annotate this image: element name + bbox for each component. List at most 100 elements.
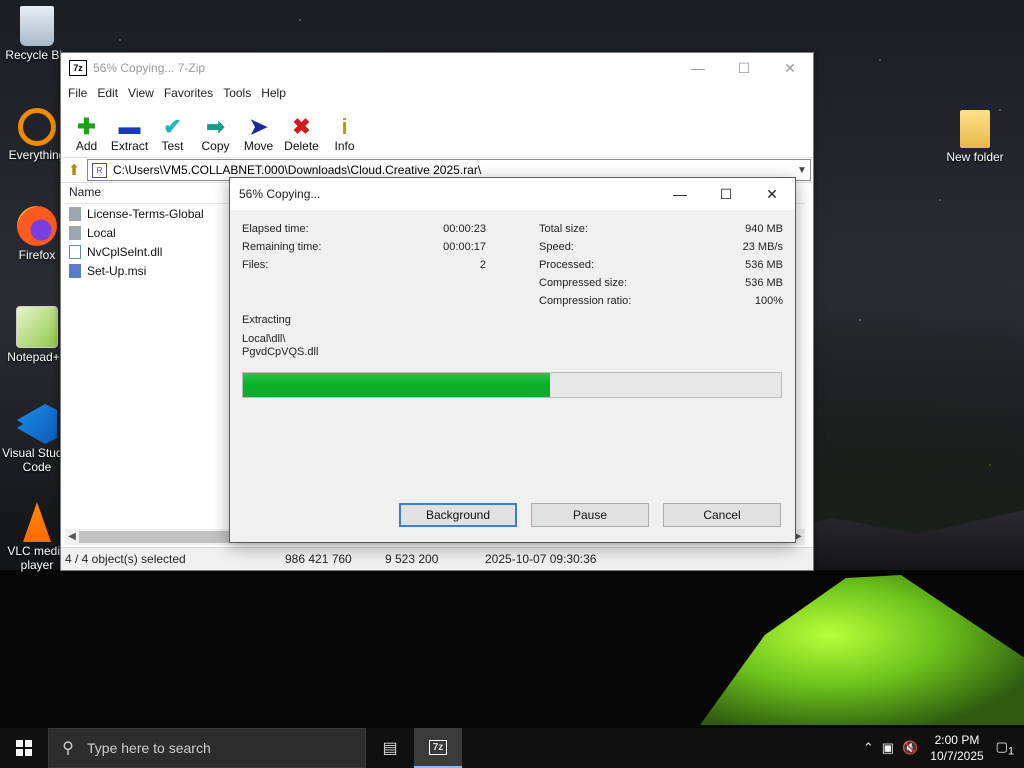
pause-button[interactable]: Pause [531, 503, 649, 527]
check-icon: ✔ [163, 114, 182, 139]
address-path: C:\Users\VM5.COLLABNET.000\Downloads\Clo… [113, 163, 482, 177]
copy-arrow-icon: ➡ [206, 114, 225, 139]
status-bar: 4 / 4 object(s) selected 986 421 760 9 5… [61, 547, 813, 570]
dialog-titlebar[interactable]: 56% Copying... — ☐ ✕ [230, 178, 795, 210]
copy-button-label: Copy [201, 139, 230, 153]
status-size: 986 421 760 [285, 552, 352, 566]
folder-icon [69, 206, 81, 221]
file-name: Local [87, 225, 116, 240]
files-value: 2 [479, 259, 486, 271]
close-icon[interactable]: ✕ [749, 178, 795, 210]
network-icon[interactable]: ▣ [878, 740, 898, 756]
current-file: PgvdCpVQS.dll [242, 346, 319, 358]
processed-value: 536 MB [745, 259, 783, 271]
dll-file-icon [69, 244, 81, 259]
menu-file[interactable]: File [63, 86, 92, 100]
scroll-left-icon[interactable]: ◀ [65, 529, 79, 545]
menu-edit[interactable]: Edit [92, 86, 123, 100]
maximize-icon[interactable]: ☐ [721, 53, 767, 83]
copy-button[interactable]: ➡ Copy [194, 114, 237, 154]
test-button-label: Test [161, 139, 184, 153]
7zip-app-icon: 7z [428, 739, 448, 755]
progress-stats-left: Elapsed time: 00:00:23 Remaining time: 00:… [242, 220, 486, 274]
processed-label: Processed: [539, 259, 595, 271]
compressed-size-label: Compressed size: [539, 277, 628, 289]
file-name: License-Terms-Global [87, 206, 204, 221]
folder-icon [960, 110, 990, 148]
speed-value: 23 MB/s [742, 241, 783, 253]
remaining-time-value: 00:00:17 [443, 241, 486, 253]
scrollbar-thumb[interactable] [79, 531, 229, 543]
clock-time: 2:00 PM [934, 733, 980, 747]
recycle-bin-icon [20, 6, 54, 46]
msi-file-icon [69, 263, 81, 278]
notification-icon[interactable]: ▢1 [992, 739, 1024, 758]
elapsed-time-value: 00:00:23 [443, 223, 486, 235]
delete-x-icon: ✖ [292, 114, 311, 139]
rar-archive-icon: R [92, 162, 107, 178]
remaining-time-label: Remaining time: [242, 241, 322, 253]
desktop-icon-label: New folder [946, 150, 1004, 164]
move-button[interactable]: ➤ Move [237, 114, 280, 154]
menu-favorites[interactable]: Favorites [159, 86, 218, 100]
notification-count: 1 [1007, 745, 1014, 758]
info-button-label: Info [334, 139, 355, 153]
progress-stats-right: Total size: 940 MB Speed: 23 MB/s Processe… [539, 220, 783, 310]
menu-bar: File Edit View Favorites Tools Help [61, 83, 813, 103]
compressed-size-value: 536 MB [745, 277, 783, 289]
info-button[interactable]: i Info [323, 115, 366, 154]
status-modified: 2025-10-07 09:30:36 [485, 552, 597, 566]
7zip-app-icon: 7z [69, 60, 87, 76]
delete-button[interactable]: ✖ Delete [280, 114, 323, 154]
elapsed-time-label: Elapsed time: [242, 223, 309, 235]
plus-icon: ✚ [77, 114, 96, 139]
maximize-icon[interactable]: ☐ [703, 178, 749, 210]
test-button[interactable]: ✔ Test [151, 114, 194, 154]
add-button-label: Add [75, 139, 98, 153]
status-packed: 9 523 200 [385, 552, 439, 566]
menu-view[interactable]: View [123, 86, 159, 100]
move-button-label: Move [243, 139, 274, 153]
everything-icon [18, 108, 56, 146]
dialog-title: 56% Copying... [239, 187, 321, 201]
cancel-button[interactable]: Cancel [663, 503, 781, 527]
windows-logo-icon [16, 740, 32, 756]
total-size-label: Total size: [539, 223, 588, 235]
desktop-icon-new-folder[interactable]: New folder [940, 110, 1010, 164]
vscode-icon [17, 404, 57, 444]
compression-ratio-label: Compression ratio: [539, 295, 632, 307]
extract-button[interactable]: ▬ Extract [108, 115, 151, 154]
chevron-down-icon[interactable]: ▼ [794, 165, 810, 176]
progress-bar-fill [243, 373, 550, 397]
minimize-icon[interactable]: — [675, 53, 721, 83]
close-icon[interactable]: ✕ [767, 53, 813, 83]
taskbar: ⚲ Type here to search ▤ 7z ⌃ ▣ 🔇 2:00 PM… [0, 728, 1024, 768]
taskbar-7zip-button[interactable]: 7z [414, 728, 462, 768]
minimize-icon[interactable]: — [657, 178, 703, 210]
clock-date: 10/7/2025 [930, 749, 984, 763]
search-icon: ⚲ [62, 740, 74, 757]
menu-help[interactable]: Help [256, 86, 291, 100]
delete-button-label: Delete [284, 139, 319, 153]
taskbar-search-box[interactable]: ⚲ Type here to search [48, 728, 366, 768]
progress-bar [242, 372, 782, 398]
chevron-up-icon[interactable]: ⌃ [859, 740, 878, 756]
menu-tools[interactable]: Tools [218, 86, 256, 100]
add-button[interactable]: ✚ Add [65, 114, 108, 154]
folder-icon [69, 225, 81, 240]
window-titlebar[interactable]: 7z 56% Copying... 7-Zip — ☐ ✕ [61, 53, 813, 83]
volume-muted-icon[interactable]: 🔇 [898, 740, 922, 756]
file-name: NvCplSelnt.dll [87, 244, 163, 259]
search-placeholder: Type here to search [87, 740, 211, 756]
progress-dialog: 56% Copying... — ☐ ✕ Elapsed time: 00:00:… [229, 177, 796, 543]
move-arrow-icon: ➤ [249, 114, 268, 139]
folder-up-icon[interactable]: ⬆ [61, 161, 87, 179]
system-tray: ⌃ ▣ 🔇 2:00 PM 10/7/2025 ▢1 [859, 728, 1024, 768]
start-button[interactable] [0, 728, 48, 768]
current-file-info: Local\dll\ PgvdCpVQS.dll [242, 333, 318, 359]
speed-label: Speed: [539, 241, 574, 253]
background-button[interactable]: Background [399, 503, 517, 527]
extract-button-label: Extract [110, 139, 149, 153]
clock[interactable]: 2:00 PM 10/7/2025 [922, 732, 991, 764]
task-view-icon[interactable]: ▤ [366, 728, 414, 768]
